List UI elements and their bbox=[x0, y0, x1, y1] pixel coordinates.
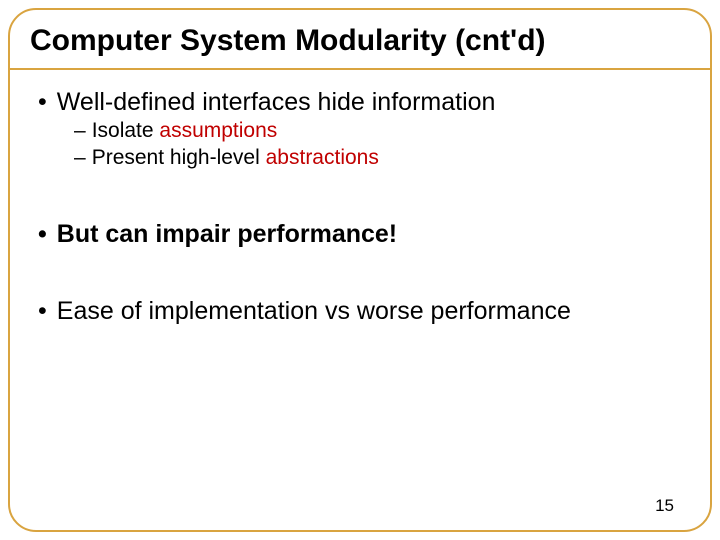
slide-title: Computer System Modularity (cnt'd) bbox=[10, 10, 710, 70]
bullet-icon: • bbox=[38, 220, 47, 249]
bullet-icon: • bbox=[38, 88, 47, 117]
dash-icon: – bbox=[74, 117, 86, 144]
bullet-3-text: Ease of implementation vs worse performa… bbox=[57, 297, 571, 326]
bullet-1b-text: Present high-level abstractions bbox=[92, 144, 379, 171]
bullet-1a: – Isolate assumptions bbox=[74, 117, 682, 144]
bullet-2-text: But can impair performance! bbox=[57, 220, 397, 249]
dash-icon: – bbox=[74, 144, 86, 171]
slide-frame: Computer System Modularity (cnt'd) • Wel… bbox=[8, 8, 712, 532]
bullet-3: • Ease of implementation vs worse perfor… bbox=[38, 297, 682, 326]
bullet-1a-text: Isolate assumptions bbox=[92, 117, 278, 144]
bullet-1b: – Present high-level abstractions bbox=[74, 144, 682, 171]
slide-content: • Well-defined interfaces hide informati… bbox=[10, 70, 710, 326]
page-number: 15 bbox=[655, 496, 674, 516]
bullet-2: • But can impair performance! bbox=[38, 220, 682, 249]
bullet-icon: • bbox=[38, 297, 47, 326]
bullet-1: • Well-defined interfaces hide informati… bbox=[38, 88, 682, 117]
bullet-1-text: Well-defined interfaces hide information bbox=[57, 88, 496, 117]
